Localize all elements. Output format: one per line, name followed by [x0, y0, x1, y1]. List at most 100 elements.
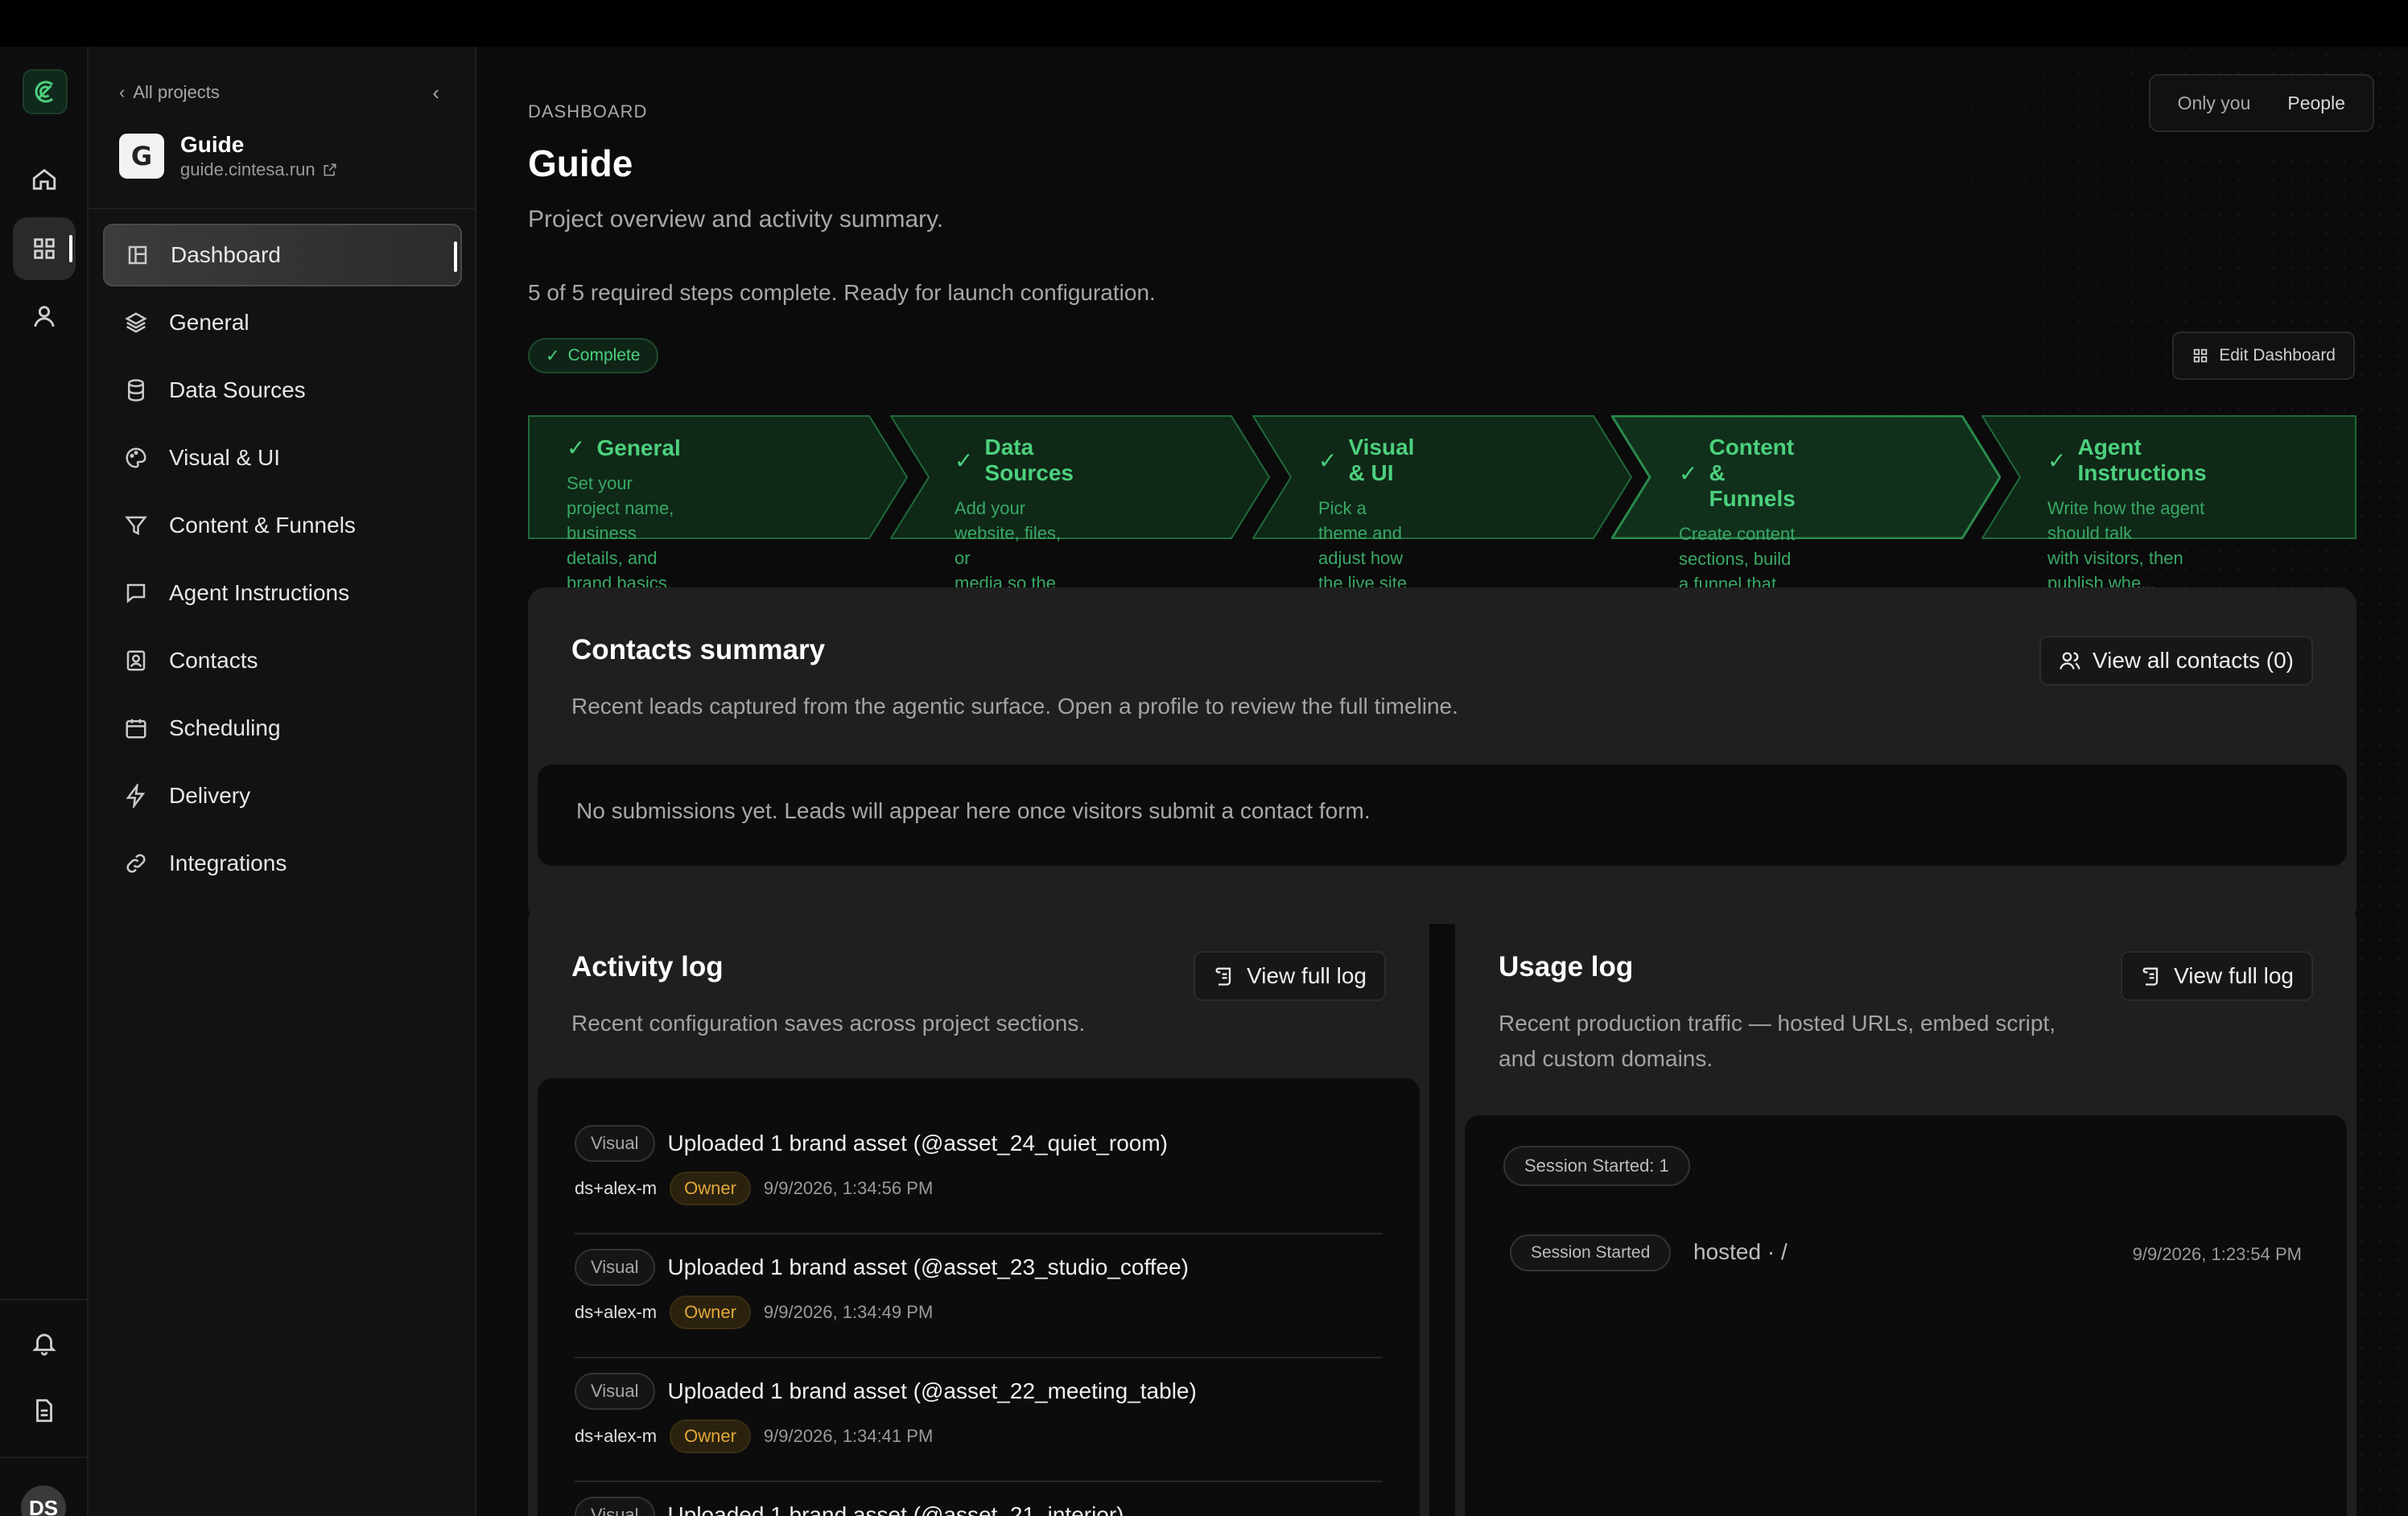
grid-icon[interactable] — [13, 217, 76, 280]
role-badge: Owner — [670, 1296, 751, 1329]
sidebar-item-content-funnels[interactable]: Content & Funnels — [103, 494, 462, 557]
project-domain: guide.cintesa.run — [180, 159, 315, 179]
sidebar-item-label: Delivery — [169, 783, 251, 808]
all-projects-link[interactable]: ‹ All projects — [119, 82, 220, 103]
all-projects-label: All projects — [133, 82, 220, 102]
log-user: ds+alex-m — [575, 1302, 658, 1322]
view-full-log-label: View full log — [2174, 963, 2294, 988]
check-icon: ✓ — [1679, 460, 1698, 486]
section-tag: Visual — [575, 1125, 655, 1162]
window-top-bar — [0, 0, 2408, 47]
status-badge: ✓ Complete — [528, 338, 658, 373]
check-icon: ✓ — [955, 447, 974, 473]
funnel-icon — [125, 516, 147, 536]
log-entry-title: Uploaded 1 brand asset (@asset_23_studio… — [667, 1254, 1189, 1279]
step-title: General — [596, 435, 681, 460]
page-subtitle: Project overview and activity summary. — [528, 206, 944, 233]
document-icon[interactable] — [13, 1379, 76, 1442]
view-all-contacts-button[interactable]: View all contacts (0) — [2039, 636, 2313, 686]
usage-log-list: Session Started: 1 Session Started hoste… — [1465, 1115, 2347, 1516]
sidebar-item-label: Dashboard — [171, 242, 281, 267]
event-tag: Session Started — [1510, 1234, 1672, 1271]
step-desc-line: Add your website, files, or — [955, 498, 1062, 568]
sidebar-item-agent-instructions[interactable]: Agent Instructions — [103, 562, 462, 624]
home-icon[interactable] — [13, 148, 76, 211]
sidebar-nav: Dashboard General Data Sources Visual & … — [103, 224, 462, 900]
step-desc-line: Set your project name, business — [567, 473, 674, 543]
project-logo-icon: G — [119, 134, 164, 179]
list-item[interactable]: Visual Uploaded 1 brand asset (@asset_23… — [575, 1249, 1383, 1329]
log-entry-title: Uploaded 1 brand asset (@asset_24_quiet_… — [667, 1131, 1168, 1156]
sidebar-item-label: Data Sources — [169, 377, 306, 402]
usage-view-full-log-button[interactable]: View full log — [2121, 951, 2313, 1001]
sidebar-item-integrations[interactable]: Integrations — [103, 832, 462, 895]
edit-dashboard-label: Edit Dashboard — [2219, 346, 2336, 365]
sidebar-item-dashboard[interactable]: Dashboard — [103, 224, 462, 286]
page-eyebrow: DASHBOARD — [528, 101, 648, 122]
row-divider — [575, 1233, 1383, 1234]
edit-dashboard-button[interactable]: Edit Dashboard — [2172, 332, 2355, 380]
sidebar-item-contacts[interactable]: Contacts — [103, 629, 462, 692]
toggle-people[interactable]: People — [2271, 93, 2361, 114]
log-user: ds+alex-m — [575, 1426, 658, 1446]
check-icon: ✓ — [567, 435, 586, 460]
external-link-icon — [324, 163, 336, 176]
step-desc-line: Pick a theme and adjust how — [1318, 498, 1404, 568]
progress-summary: 5 of 5 required steps complete. Ready fo… — [528, 280, 1156, 305]
scroll-icon — [2142, 967, 2159, 986]
check-icon: ✓ — [1318, 447, 1338, 473]
usage-timestamp: 9/9/2026, 1:23:54 PM — [2132, 1244, 2302, 1264]
contacts-summary-subtitle: Recent leads captured from the agentic s… — [571, 694, 1458, 719]
contact-card-icon — [126, 650, 146, 671]
log-timestamp: 9/9/2026, 1:34:41 PM — [763, 1426, 934, 1446]
sidebar-item-label: Contacts — [169, 648, 258, 673]
contacts-empty-state: No submissions yet. Leads will appear he… — [538, 764, 2347, 866]
activity-log-subtitle: Recent configuration saves across projec… — [571, 1011, 1086, 1036]
list-item[interactable]: Visual Uploaded 1 brand asset (@asset_21… — [575, 1497, 1383, 1516]
project-domain-link[interactable]: guide.cintesa.run — [180, 159, 338, 180]
lightning-icon — [126, 784, 146, 808]
view-full-log-label: View full log — [1247, 963, 1367, 988]
activity-view-full-log-button[interactable]: View full log — [1194, 951, 1386, 1001]
sidebar-item-scheduling[interactable]: Scheduling — [103, 697, 462, 760]
activity-log-card: Activity log Recent configuration saves … — [528, 903, 1429, 1516]
contacts-summary-title: Contacts summary — [571, 634, 826, 665]
contacts-summary-card: Contacts summary Recent leads captured f… — [528, 587, 2356, 924]
collapse-sidebar-button[interactable]: ‹ — [432, 80, 439, 105]
step-title: Content & Funnels — [1709, 435, 1796, 511]
step-title: Agent Instructions — [2077, 435, 2207, 485]
usage-subtitle-line: Recent production traffic — hosted URLs,… — [1499, 1011, 2056, 1036]
layers-icon — [125, 312, 147, 333]
database-icon — [128, 379, 144, 402]
project-header: G Guide guide.cintesa.run — [119, 132, 338, 180]
step-title: Data Sources — [984, 435, 1074, 485]
row-divider — [575, 1357, 1383, 1358]
avatar[interactable]: DS — [21, 1485, 66, 1516]
sidebar-divider — [89, 208, 475, 209]
log-entry-title: Uploaded 1 brand asset (@asset_21_interi… — [667, 1502, 1124, 1516]
sidebar-item-general[interactable]: General — [103, 291, 462, 354]
project-sidebar: ‹ All projects ‹ G Guide guide.cintesa.r… — [89, 47, 476, 1516]
list-item[interactable]: Visual Uploaded 1 brand asset (@asset_22… — [575, 1373, 1383, 1453]
row-divider — [575, 1481, 1383, 1482]
scroll-icon — [1215, 967, 1231, 986]
sidebar-item-data-sources[interactable]: Data Sources — [103, 359, 462, 422]
usage-path: hosted · / — [1693, 1239, 1787, 1264]
visibility-toggle: Only you People — [2148, 74, 2374, 132]
sidebar-item-delivery[interactable]: Delivery — [103, 764, 462, 827]
toggle-only-you[interactable]: Only you — [2162, 93, 2267, 114]
grid-icon — [2193, 348, 2208, 363]
user-icon[interactable] — [13, 285, 76, 348]
list-item[interactable]: Visual Uploaded 1 brand asset (@asset_24… — [575, 1125, 1383, 1205]
bell-icon[interactable] — [13, 1312, 76, 1374]
sidebar-item-visual-ui[interactable]: Visual & UI — [103, 426, 462, 489]
main-content: DASHBOARD Guide Project overview and act… — [476, 47, 2408, 1516]
empty-state-message: No submissions yet. Leads will appear he… — [576, 798, 1371, 823]
section-tag: Visual — [575, 1497, 655, 1516]
palette-icon — [126, 447, 146, 468]
check-icon: ✓ — [546, 346, 560, 365]
activity-log-list: Visual Uploaded 1 brand asset (@asset_24… — [538, 1078, 1420, 1516]
users-icon — [2060, 652, 2080, 669]
calendar-icon — [126, 719, 146, 739]
app-logo-icon[interactable] — [23, 69, 68, 114]
